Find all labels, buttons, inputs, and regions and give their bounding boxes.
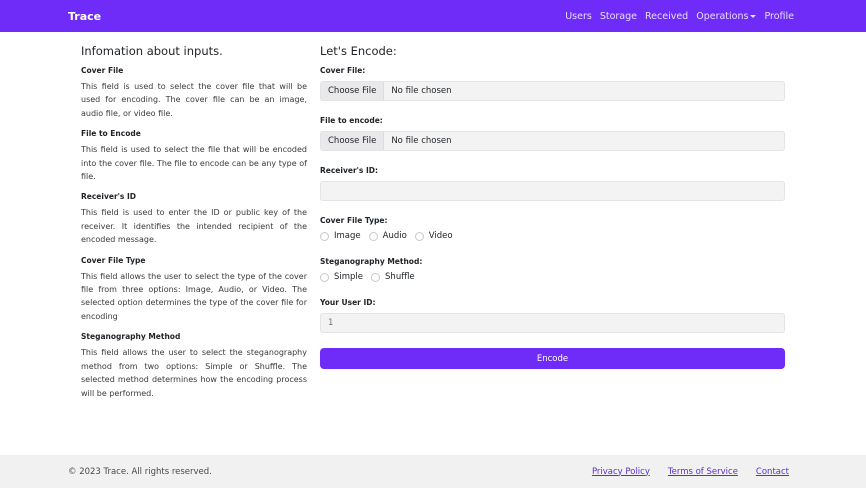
cover-file-type-group: Image Audio Video — [320, 231, 785, 241]
steganography-method-label: Steganography Method: — [320, 257, 423, 266]
info-text-file-to-encode: This field is used to select the file th… — [81, 145, 307, 182]
file-to-encode-status: No file chosen — [391, 136, 452, 146]
radio-simple[interactable]: Simple — [320, 272, 363, 282]
footer: © 2023 Trace. All rights reserved. Priva… — [0, 455, 866, 488]
encode-form: Let's Encode: Cover File: Choose File No… — [320, 44, 785, 369]
nav-users[interactable]: Users — [565, 11, 592, 22]
receiver-id-label: Receiver's ID: — [320, 166, 379, 175]
radio-circle-icon — [320, 272, 329, 282]
nav-received[interactable]: Received — [645, 11, 688, 22]
caret-down-icon — [750, 14, 757, 18]
info-title-cover-file: Cover File — [81, 66, 124, 75]
privacy-policy-link[interactable]: Privacy Policy — [592, 467, 650, 477]
radio-simple-label: Simple — [334, 272, 364, 282]
radio-image-label: Image — [334, 231, 361, 241]
steganography-method-group: Simple Shuffle — [320, 272, 785, 282]
cover-file-status: No file chosen — [391, 86, 452, 96]
nav-profile[interactable]: Profile — [764, 11, 794, 22]
info-text-cover-file: This field is used to select the cover f… — [81, 82, 307, 118]
cover-file-input[interactable]: Choose File No file chosen — [320, 81, 785, 101]
info-title-steganography-method: Steganography Method — [81, 332, 181, 342]
nav-links: Users Storage Received Operations Profil… — [565, 11, 794, 22]
radio-circle-icon — [368, 231, 378, 241]
radio-image[interactable]: Image — [320, 231, 361, 241]
radio-circle-icon — [371, 272, 381, 282]
radio-circle-icon — [414, 231, 424, 241]
nav-operations-label: Operations — [696, 10, 749, 22]
cover-file-label: Cover File: — [320, 66, 366, 75]
info-panel: Infomation about inputs. Cover File This… — [81, 44, 307, 409]
radio-circle-icon — [320, 231, 329, 241]
encode-button[interactable]: Encode — [320, 348, 785, 369]
file-to-encode-input[interactable]: Choose File No file chosen — [320, 131, 785, 151]
copyright-text: © 2023 Trace. All rights reserved. — [68, 466, 212, 477]
file-to-encode-choose-button[interactable]: Choose File — [321, 132, 385, 150]
cover-file-choose-button[interactable]: Choose File — [321, 82, 385, 100]
info-text-cover-file-type: This field allows the user to select the… — [81, 271, 307, 321]
user-id-input[interactable] — [320, 313, 785, 333]
footer-links: Privacy Policy Terms of Service Contact — [592, 467, 789, 477]
cover-file-type-label: Cover File Type: — [320, 216, 388, 225]
terms-of-service-link[interactable]: Terms of Service — [668, 467, 738, 477]
file-to-encode-label: File to encode: — [320, 116, 383, 125]
info-title-file-to-encode: File to Encode — [81, 129, 141, 139]
nav-storage[interactable]: Storage — [600, 11, 637, 22]
info-text-receiver-id: This field is used to enter the ID or pu… — [81, 208, 307, 245]
brand-logo[interactable]: Trace — [68, 10, 101, 23]
contact-link[interactable]: Contact — [756, 467, 789, 477]
nav-operations-dropdown[interactable]: Operations — [696, 10, 757, 22]
radio-audio-label: Audio — [382, 231, 407, 241]
info-title-cover-file-type: Cover File Type — [81, 255, 146, 265]
user-id-label: Your User ID: — [320, 298, 376, 307]
radio-video-label: Video — [428, 231, 453, 241]
form-heading: Let's Encode: — [320, 44, 397, 58]
info-text-steganography-method: This field allows the user to select the… — [81, 348, 307, 398]
radio-video[interactable]: Video — [414, 231, 453, 241]
top-navbar: Trace Users Storage Received Operations … — [0, 0, 866, 32]
info-heading: Infomation about inputs. — [81, 44, 223, 58]
receiver-id-input[interactable] — [320, 181, 785, 201]
radio-audio[interactable]: Audio — [368, 231, 407, 241]
radio-shuffle[interactable]: Shuffle — [371, 272, 415, 282]
info-title-receiver-id: Receiver's ID — [81, 192, 137, 202]
radio-shuffle-label: Shuffle — [385, 272, 415, 282]
